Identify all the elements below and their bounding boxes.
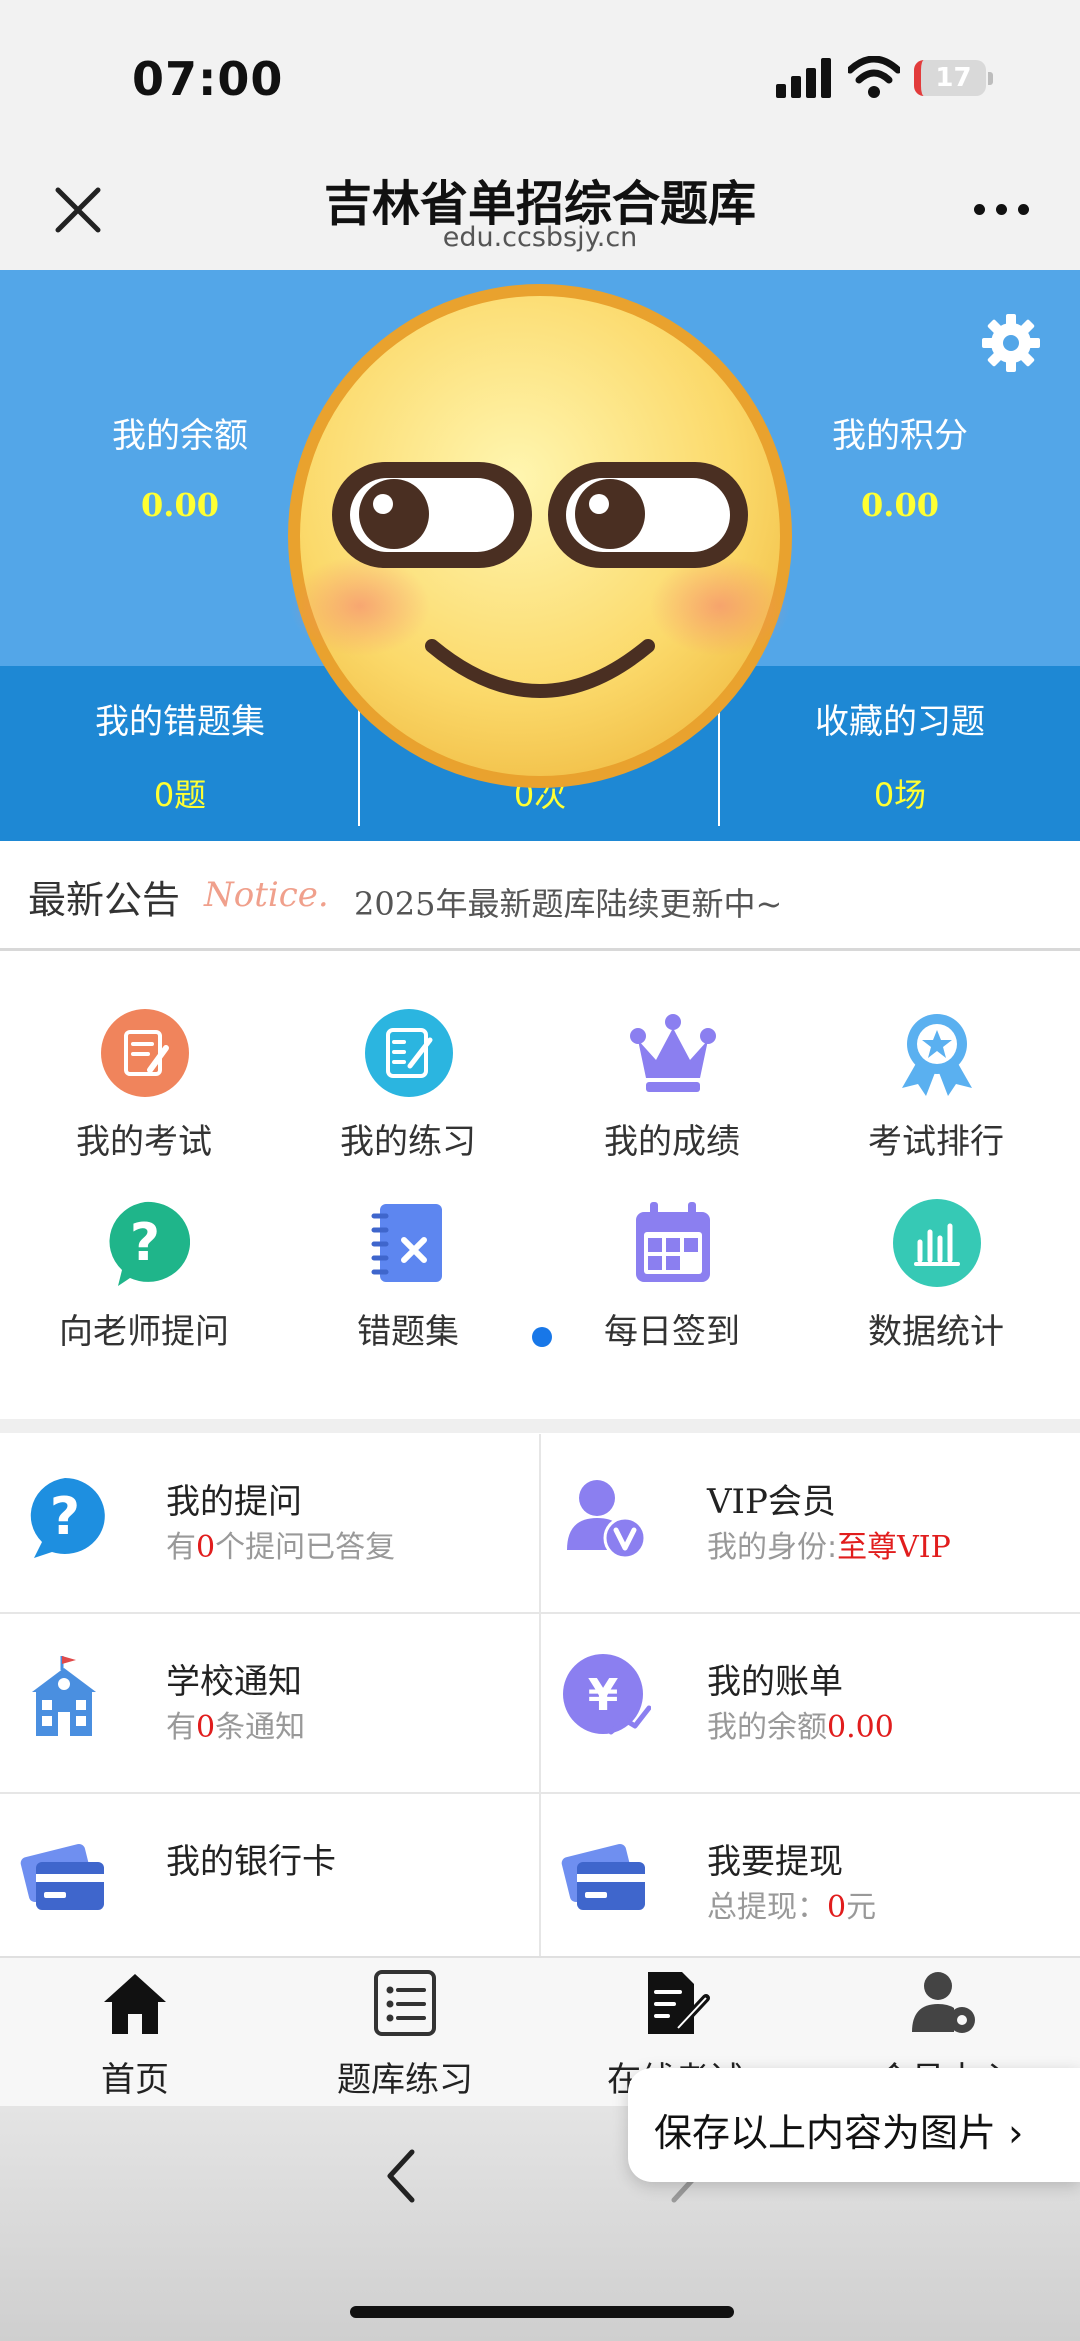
- tab-label: 首页: [101, 2060, 169, 2100]
- tab-question-bank[interactable]: 题库练习: [270, 1958, 540, 2108]
- more-options-icon[interactable]: [972, 196, 1032, 220]
- back-arrow-icon[interactable]: [378, 2144, 426, 2208]
- save-as-image-button[interactable]: 保存以上内容为图片 ›: [628, 2068, 1080, 2182]
- home-icon: [104, 1974, 166, 2034]
- grid-item-my-scores[interactable]: 我的成绩: [540, 1008, 804, 1168]
- vip-user-icon: [567, 1480, 647, 1560]
- award-icon: [902, 1014, 972, 1096]
- my-questions-cell[interactable]: ? 我的提问 有0个提问已答复: [0, 1434, 539, 1612]
- grid-label: 我的考试: [76, 1122, 212, 1162]
- cell-title: VIP会员: [707, 1482, 836, 1522]
- cell-subtitle: 我的身份:至尊VIP: [707, 1530, 951, 1565]
- list-icon: [374, 1970, 436, 2036]
- tab-label: 题库练习: [337, 2060, 473, 2100]
- grid-item-exam-ranking[interactable]: 考试排行: [804, 1008, 1068, 1168]
- title-bar: 吉林省单招综合题库 edu.ccsbsjy.cn: [0, 160, 1080, 270]
- withdraw-cell[interactable]: 我要提现 总提现：0元: [541, 1794, 1080, 1954]
- svg-text:¥: ¥: [588, 1670, 619, 1721]
- battery-icon: 17: [914, 60, 986, 96]
- cell-subtitle: 总提现：0元: [707, 1890, 877, 1925]
- tab-home[interactable]: 首页: [0, 1958, 270, 2108]
- grid-label: 我的成绩: [604, 1122, 740, 1162]
- question-bubble-icon: ?: [109, 1201, 190, 1286]
- bank-card-icon: [20, 1843, 104, 1910]
- edit-doc-icon: [648, 1972, 710, 2034]
- my-bill-cell[interactable]: ¥ 我的账单 我的余额0.00: [541, 1614, 1080, 1792]
- school-icon: [32, 1656, 96, 1736]
- bank-card-icon: [561, 1843, 645, 1910]
- practice-icon: [365, 1009, 453, 1097]
- battery-cap: [988, 72, 993, 85]
- vip-member-cell[interactable]: VIP会员 我的身份:至尊VIP: [541, 1434, 1080, 1612]
- stats-icon: [893, 1199, 981, 1287]
- grid-item-wrong-questions[interactable]: 错题集: [276, 1198, 540, 1358]
- gear-icon[interactable]: [980, 312, 1042, 374]
- cell-title: 我要提现: [707, 1842, 843, 1882]
- grid-item-daily-checkin[interactable]: 每日签到: [540, 1198, 804, 1358]
- grid-label: 考试排行: [868, 1122, 1004, 1162]
- svg-text:?: ?: [50, 1487, 80, 1547]
- cell-subtitle: 有0条通知: [166, 1710, 306, 1745]
- announcement-title: 最新公告: [28, 878, 181, 922]
- save-as-image-label: 保存以上内容为图片 ›: [654, 2111, 1024, 2155]
- cell-title: 我的账单: [707, 1662, 843, 1702]
- announcement-text: 2025年最新题库陆续更新中~: [354, 885, 783, 923]
- exam-icon: [101, 1009, 189, 1097]
- grid-label: 我的练习: [340, 1122, 476, 1162]
- cell-subtitle: 我的余额0.00: [707, 1710, 894, 1745]
- calendar-icon: [636, 1202, 710, 1282]
- wrong-notebook-icon: [371, 1204, 442, 1282]
- page-domain: edu.ccsbsjy.cn: [442, 222, 638, 253]
- battery-level: 17: [935, 63, 972, 93]
- announcement-en-title: Notice.: [204, 875, 329, 915]
- grid-label: 数据统计: [868, 1312, 1004, 1352]
- grid-label: 向老师提问: [59, 1312, 229, 1352]
- grid-item-my-exams[interactable]: 我的考试: [12, 1008, 276, 1168]
- svg-text:?: ?: [130, 1213, 160, 1273]
- grid-item-ask-teacher[interactable]: ? 向老师提问: [12, 1198, 276, 1358]
- cellular-signal-icon: [776, 58, 832, 98]
- home-indicator[interactable]: [350, 2306, 734, 2318]
- status-time: 07:00: [132, 52, 284, 106]
- cell-title: 我的银行卡: [166, 1842, 336, 1882]
- cell-title: 学校通知: [166, 1662, 302, 1702]
- smiley-sticker: [288, 284, 792, 788]
- question-bubble-icon: ?: [30, 1478, 105, 1558]
- wifi-icon: [848, 56, 900, 98]
- grid-item-data-stats[interactable]: 数据统计: [804, 1198, 1068, 1358]
- grid-item-my-practice[interactable]: 我的练习: [276, 1008, 540, 1168]
- status-bar: 07:00 17: [0, 0, 1080, 160]
- page-indicator-dot[interactable]: [532, 1327, 552, 1347]
- grid-label: 每日签到: [604, 1312, 740, 1352]
- cell-title: 我的提问: [166, 1482, 302, 1522]
- bank-card-cell[interactable]: 我的银行卡: [0, 1794, 539, 1954]
- user-settings-icon: [912, 1972, 975, 2033]
- announcement-bar[interactable]: 最新公告 Notice. 2025年最新题库陆续更新中~: [0, 841, 1080, 951]
- section-divider: [0, 1419, 1080, 1433]
- grid-label: 错题集: [357, 1312, 459, 1352]
- yuan-bill-icon: ¥: [563, 1654, 651, 1735]
- divider: [539, 1434, 541, 1956]
- cell-subtitle: 有0个提问已答复: [166, 1530, 396, 1565]
- school-notice-cell[interactable]: 学校通知 有0条通知: [0, 1614, 539, 1792]
- crown-icon: [630, 1014, 716, 1092]
